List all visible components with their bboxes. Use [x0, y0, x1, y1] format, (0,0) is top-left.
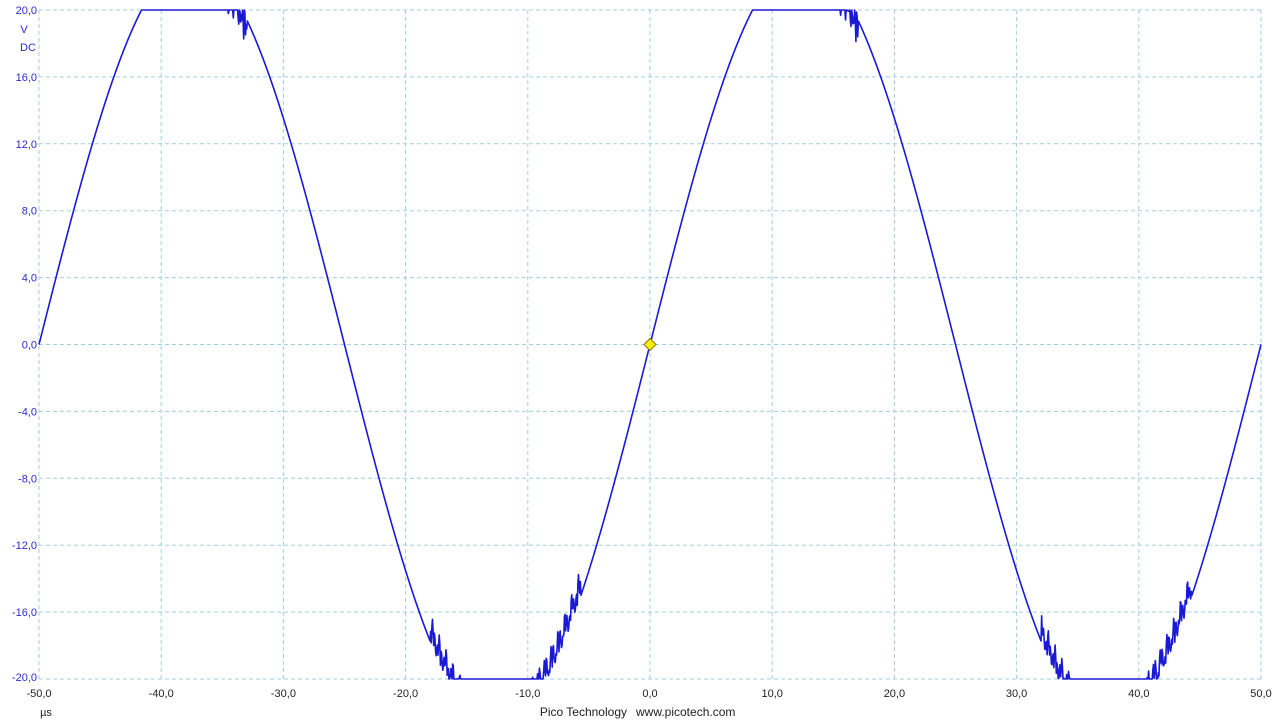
x-tick-label: -50,0 — [26, 688, 51, 700]
y-tick-label: 20,0 — [16, 5, 37, 17]
y-tick-label: 4,0 — [22, 273, 37, 285]
x-tick-label: -10,0 — [515, 688, 540, 700]
footer-brand: Pico Technology — [540, 705, 627, 719]
x-tick-label: -20,0 — [393, 688, 418, 700]
y-tick-label: 8,0 — [22, 206, 37, 218]
y-tick-label: -20,0 — [12, 672, 37, 684]
x-tick-label: 50,0 — [1250, 688, 1271, 700]
coupling-label: DC — [20, 42, 36, 54]
x-tick-label: -30,0 — [271, 688, 296, 700]
y-tick-label: -8,0 — [18, 473, 37, 485]
x-unit-label: µs — [40, 707, 52, 719]
y-tick-label: -4,0 — [18, 406, 37, 418]
y-tick-label: 12,0 — [16, 139, 37, 151]
x-tick-label: 10,0 — [761, 688, 782, 700]
y-tick-label: -16,0 — [12, 607, 37, 619]
y-tick-label: 0,0 — [22, 340, 37, 352]
x-tick-label: 0,0 — [642, 688, 657, 700]
oscilloscope-chart: 20,0 16,0 12,0 8,0 4,0 0,0 -4,0 -8,0 -12,0 -16,0 -… — [0, 0, 1280, 720]
y-tick-label: 16,0 — [16, 72, 37, 84]
y-unit-label: V — [20, 24, 28, 36]
x-tick-label: 20,0 — [884, 688, 905, 700]
x-tick-label: 30,0 — [1006, 688, 1027, 700]
x-tick-label: 40,0 — [1128, 688, 1149, 700]
y-tick-label: -12,0 — [12, 540, 37, 552]
plot-background — [0, 0, 1280, 720]
footer-url: www.picotech.com — [635, 705, 735, 719]
x-tick-label: -40,0 — [149, 688, 174, 700]
